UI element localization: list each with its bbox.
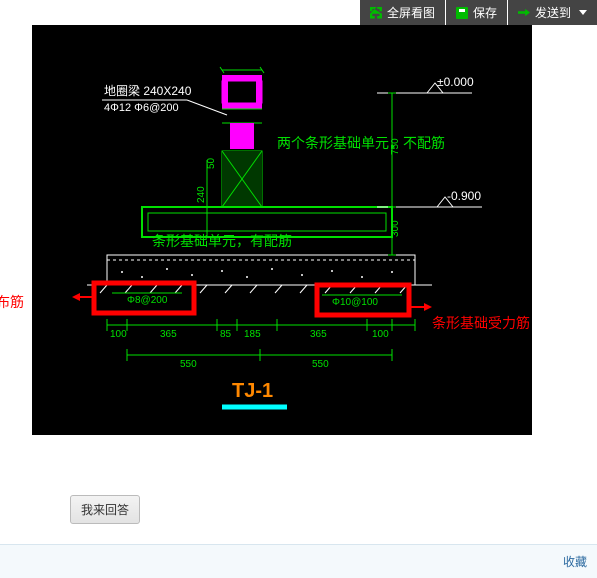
dim-50: 50 xyxy=(206,157,217,169)
footer-bar: 收藏 xyxy=(0,544,597,578)
cad-drawing: 地圈梁 240X240 4Φ12 Φ6@200 ±0.000 -0.900 75… xyxy=(32,25,532,435)
annot-with-rebar: 条形基础单元，有配筋 xyxy=(152,231,292,251)
rebar-distribution-text: Φ8@200 xyxy=(127,295,168,306)
sendto-button[interactable]: 发送到 xyxy=(508,0,597,25)
rebar-main-text: Φ10@100 xyxy=(332,297,378,308)
answer-button[interactable]: 我来回答 xyxy=(70,495,140,524)
dim-240: 240 xyxy=(196,186,207,203)
fullscreen-button[interactable]: 全屏看图 xyxy=(360,0,445,25)
favorite-link[interactable]: 收藏 xyxy=(563,555,587,569)
foundation-id: TJ-1 xyxy=(232,380,273,402)
save-label: 保存 xyxy=(473,4,497,21)
beam-label-2: 4Φ12 Φ6@200 xyxy=(104,102,179,114)
annot-distribution-rebar: 分布筋 xyxy=(0,292,42,312)
save-icon xyxy=(456,7,468,19)
annot-two-units: 两个条形基础单元，不配筋 xyxy=(277,133,445,153)
dim-100-r: 100 xyxy=(372,329,389,340)
dim-550-r: 550 xyxy=(312,359,329,370)
fullscreen-label: 全屏看图 xyxy=(387,4,435,21)
annot-main-rebar: 条形基础受力筋 xyxy=(432,313,530,333)
dim-100-l: 100 xyxy=(110,329,127,340)
level-bottom: -0.900 xyxy=(447,189,481,203)
send-icon xyxy=(518,7,530,19)
image-toolbar: 全屏看图 保存 发送到 xyxy=(0,0,597,25)
level-top: ±0.000 xyxy=(437,75,474,89)
save-button[interactable]: 保存 xyxy=(446,0,507,25)
dim-85: 85 xyxy=(220,329,232,340)
dim-365-l: 365 xyxy=(160,329,177,340)
drawing-svg: 地圈梁 240X240 4Φ12 Φ6@200 ±0.000 -0.900 75… xyxy=(32,25,532,435)
chevron-down-icon xyxy=(579,10,587,15)
fullscreen-icon xyxy=(370,7,382,19)
dim-365-r: 365 xyxy=(310,329,327,340)
dim-550-l: 550 xyxy=(180,359,197,370)
dim-185: 185 xyxy=(244,329,261,340)
answer-row: 我来回答 xyxy=(0,455,597,544)
beam-label-1: 地圈梁 240X240 xyxy=(104,83,192,98)
sendto-label: 发送到 xyxy=(535,4,571,21)
dim-300: 300 xyxy=(390,220,401,237)
